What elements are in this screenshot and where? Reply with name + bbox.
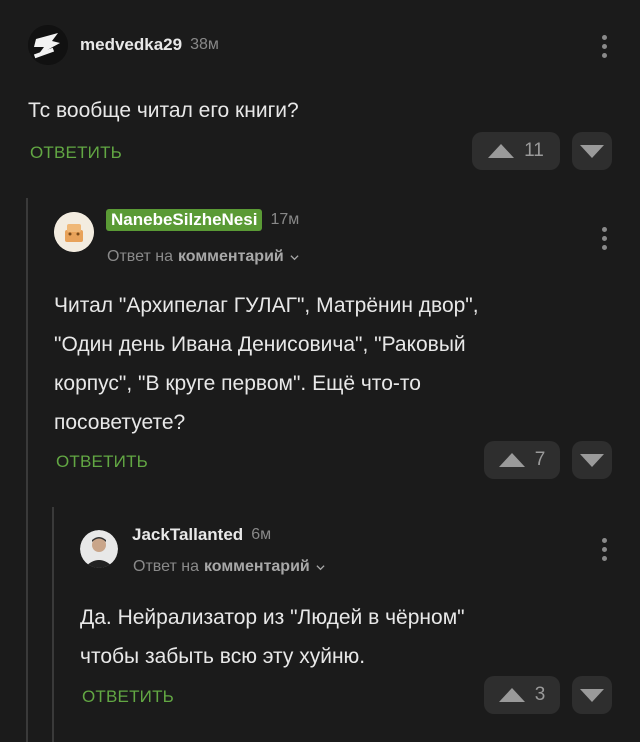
username[interactable]: NanebeSilzheNesi <box>106 209 263 231</box>
upvote-button[interactable]: 7 <box>484 441 560 479</box>
reply-button[interactable]: ОТВЕТИТЬ <box>82 687 174 707</box>
triangle-down-icon <box>580 688 604 702</box>
comment-header: NanebeSilzheNesi 17м <box>54 209 300 252</box>
triangle-up-icon <box>498 453 525 467</box>
reply-to-target: комментарий <box>177 248 284 265</box>
comment-text: Читал "Архипелаг ГУЛАГ", Матрёнин двор",… <box>54 286 614 442</box>
comment-text-line: посоветуете? <box>54 411 186 434</box>
more-vertical-icon[interactable] <box>602 227 608 250</box>
triangle-down-icon <box>580 453 604 467</box>
triangle-up-icon <box>488 144 515 158</box>
reply-to-prefix: Ответ на <box>133 558 199 575</box>
reply-to-target: комментарий <box>203 558 310 575</box>
avatar[interactable] <box>80 530 118 568</box>
timestamp: 38м <box>190 36 219 53</box>
reply-button[interactable]: ОТВЕТИТЬ <box>30 143 122 163</box>
user-avatar-icon <box>54 212 94 252</box>
timestamp: 6м <box>251 526 272 543</box>
more-vertical-icon[interactable] <box>602 538 608 561</box>
more-vertical-icon[interactable] <box>602 35 608 58</box>
comment-text-line: Читал "Архипелаг ГУЛАГ", Матрёнин двор", <box>54 294 479 317</box>
thread-line-level-2 <box>52 507 54 742</box>
upvote-button[interactable]: 11 <box>472 132 560 170</box>
reply-to-link[interactable]: Ответ на комментарий <box>133 558 325 576</box>
avatar[interactable] <box>54 212 94 252</box>
vote-count: 3 <box>534 684 546 705</box>
comment-text-line: Да. Нейрализатор из "Людей в чёрном" <box>80 606 465 629</box>
downvote-button[interactable] <box>572 676 612 714</box>
upvote-button[interactable]: 3 <box>484 676 560 714</box>
comment-header: medvedka29 38м <box>28 25 219 65</box>
vote-count: 11 <box>524 140 544 161</box>
comment-text-line: корпус", "В круге первом". Ещё что-то <box>54 372 421 395</box>
username[interactable]: JackTallanted <box>132 525 243 545</box>
reply-to-prefix: Ответ на <box>107 248 173 265</box>
vote-count: 7 <box>534 449 546 470</box>
user-avatar-icon <box>28 25 68 65</box>
reply-button[interactable]: ОТВЕТИТЬ <box>56 452 148 472</box>
downvote-button[interactable] <box>572 132 612 170</box>
triangle-down-icon <box>580 144 604 158</box>
thread-line-level-1 <box>26 198 28 742</box>
avatar[interactable] <box>28 25 68 65</box>
reply-to-link[interactable]: Ответ на комментарий <box>107 248 299 266</box>
comment-text: Да. Нейрализатор из "Людей в чёрном" что… <box>80 598 620 676</box>
chevron-down-icon <box>290 254 299 260</box>
comment-text: Тс вообще читал его книги? <box>28 99 299 122</box>
triangle-up-icon <box>498 688 525 702</box>
chevron-down-icon <box>316 564 325 570</box>
comment-text-line: "Один день Ивана Денисовича", "Раковый <box>54 333 466 356</box>
user-avatar-icon <box>80 530 118 568</box>
username[interactable]: medvedka29 <box>80 35 182 55</box>
timestamp: 17м <box>270 211 300 228</box>
downvote-button[interactable] <box>572 441 612 479</box>
comment-text-line: чтобы забыть всю эту хуйню. <box>80 645 366 668</box>
